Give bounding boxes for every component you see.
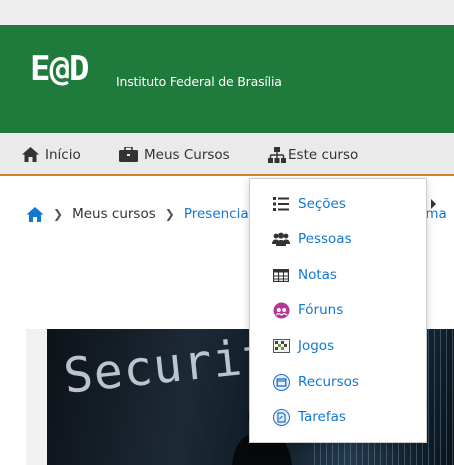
game-icon xyxy=(272,337,290,355)
main-navbar: Início Meus Cursos Este curso xyxy=(0,133,454,176)
chevron-right-icon: ❯ xyxy=(164,207,175,221)
logo-mark: E@D xyxy=(30,49,89,89)
course-menu-item-label: Fóruns xyxy=(298,302,344,318)
top-bar xyxy=(0,0,454,25)
sitemap-icon xyxy=(268,146,286,163)
list-icon xyxy=(272,195,290,213)
course-menu-item-forums[interactable]: Fóruns xyxy=(250,293,428,327)
breadcrumb-my-courses[interactable]: Meus cursos xyxy=(72,206,156,222)
chevron-right-icon: ❯ xyxy=(53,207,64,221)
course-menu-item-label: Notas xyxy=(298,267,337,283)
course-menu-item-label: Pessoas xyxy=(298,231,352,247)
resource-icon xyxy=(272,373,290,391)
home-icon[interactable] xyxy=(26,206,44,222)
forum-icon xyxy=(272,301,290,319)
nav-home[interactable]: Início xyxy=(22,133,81,176)
table-icon xyxy=(272,266,290,284)
course-menu-dropdown: Seções Pessoas Notas Fóruns Jogos Recurs… xyxy=(249,178,427,443)
course-menu-item-people[interactable]: Pessoas xyxy=(250,222,428,256)
caret-right-icon xyxy=(431,199,436,209)
course-menu-item-assignments[interactable]: Tarefas xyxy=(250,400,428,434)
course-menu-item-resources[interactable]: Recursos xyxy=(250,365,428,399)
assignment-icon xyxy=(272,408,290,426)
course-menu-item-grades[interactable]: Notas xyxy=(250,258,428,292)
course-menu-item-label: Recursos xyxy=(298,374,359,390)
institution-name: Instituto Federal de Brasília xyxy=(116,74,282,89)
users-icon xyxy=(272,230,290,248)
course-menu-item-label: Tarefas xyxy=(298,409,346,425)
nav-my-courses-label: Meus Cursos xyxy=(144,146,230,163)
course-menu-item-label: Seções xyxy=(298,196,346,212)
nav-this-course[interactable]: Este curso xyxy=(268,133,358,176)
course-menu-item-sections[interactable]: Seções xyxy=(250,187,428,221)
course-menu-item-games[interactable]: Jogos xyxy=(250,329,428,363)
course-menu-item-label: Jogos xyxy=(298,338,335,354)
briefcase-icon xyxy=(119,147,138,162)
home-icon xyxy=(22,147,39,162)
nav-my-courses[interactable]: Meus Cursos xyxy=(119,133,230,176)
breadcrumb: ❯ Meus cursos ❯ Presenciais xyxy=(26,203,259,225)
ead-logo[interactable]: E@D xyxy=(30,49,89,89)
nav-this-course-label: Este curso xyxy=(288,146,359,163)
nav-home-label: Início xyxy=(45,146,81,163)
